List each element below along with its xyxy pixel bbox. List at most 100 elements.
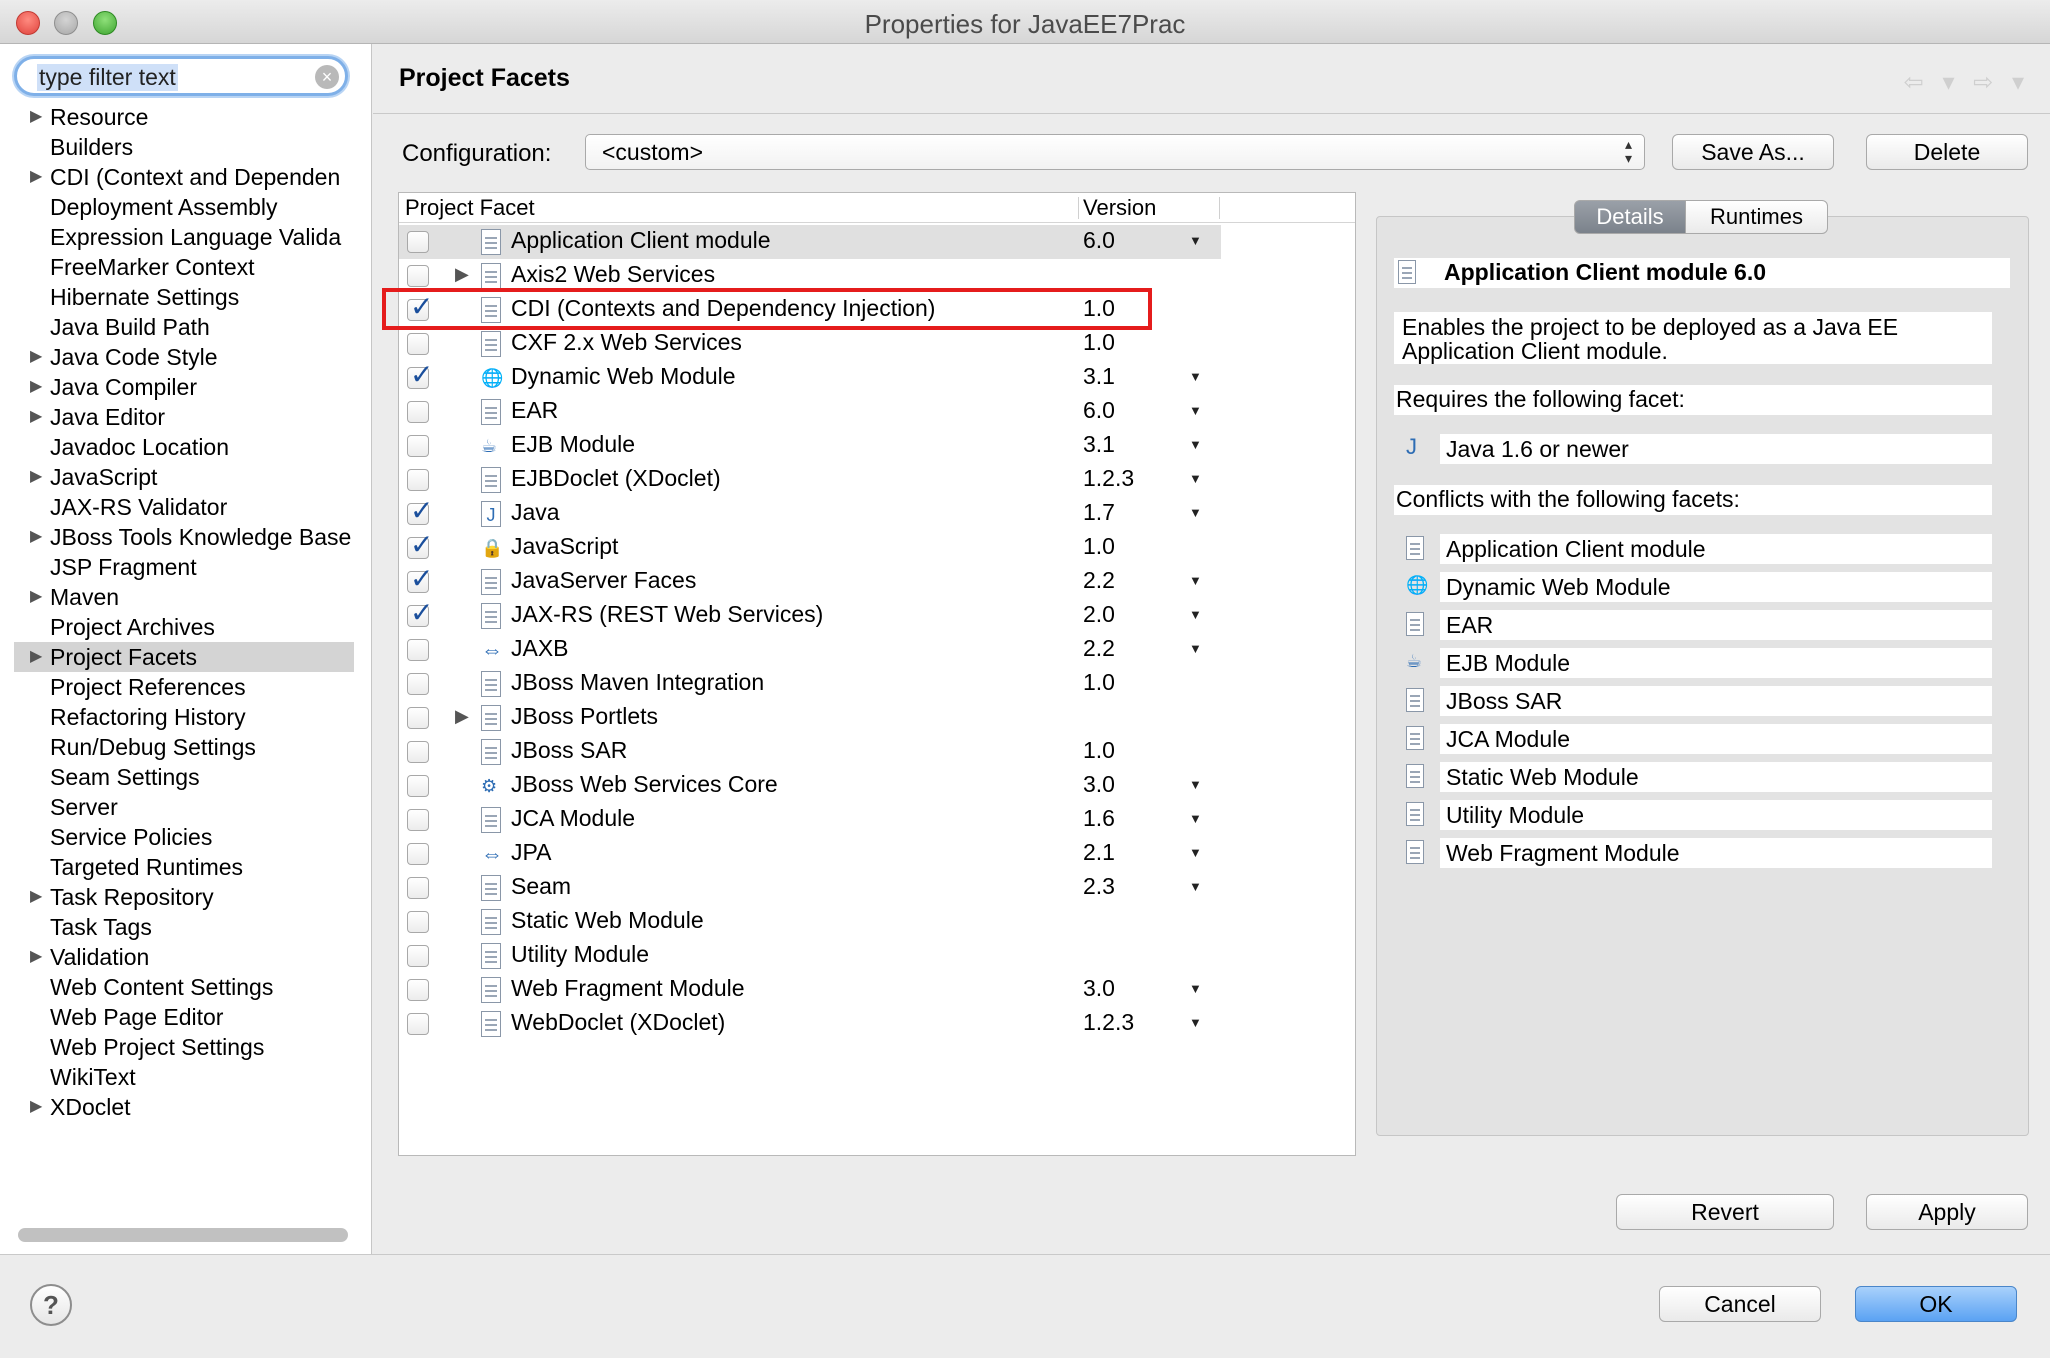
sidebar-item[interactable]: Web Page Editor — [14, 1002, 354, 1032]
facet-version[interactable]: 1.2.3 — [1083, 1009, 1134, 1036]
sidebar-item[interactable]: ▶ Task Repository — [14, 882, 354, 912]
save-as-button[interactable]: Save As... — [1672, 134, 1834, 170]
facet-checkbox[interactable] — [407, 469, 429, 491]
facet-row[interactable]: ⇔ JAXB 2.2 ▼ — [399, 633, 1355, 667]
facet-checkbox[interactable] — [407, 877, 429, 899]
facet-checkbox[interactable] — [407, 843, 429, 865]
expand-arrow-icon[interactable]: ▶ — [30, 402, 42, 432]
sidebar-item[interactable]: ▶ Java Editor — [14, 402, 354, 432]
facet-row[interactable]: ☕ EJB Module 3.1 ▼ — [399, 429, 1355, 463]
sidebar-item[interactable]: Builders — [14, 132, 354, 162]
sidebar-item[interactable]: ▶ Java Compiler — [14, 372, 354, 402]
facet-version[interactable]: 3.0 — [1083, 771, 1115, 798]
expand-arrow-icon[interactable]: ▶ — [30, 162, 42, 192]
sidebar-item[interactable]: ▶ Validation — [14, 942, 354, 972]
version-dropdown-icon[interactable]: ▼ — [1189, 1015, 1202, 1030]
sidebar-item[interactable]: JAX-RS Validator — [14, 492, 354, 522]
facet-checkbox[interactable]: ✓ — [407, 529, 433, 560]
sidebar-item[interactable]: Targeted Runtimes — [14, 852, 354, 882]
facet-row[interactable]: EJBDoclet (XDoclet) 1.2.3 ▼ — [399, 463, 1355, 497]
sidebar-item[interactable]: Deployment Assembly — [14, 192, 354, 222]
facet-version[interactable]: 2.2 — [1083, 635, 1115, 662]
facet-checkbox[interactable] — [407, 741, 429, 763]
sidebar-item[interactable]: ▶ Project Facets — [14, 642, 354, 672]
version-dropdown-icon[interactable]: ▼ — [1189, 879, 1202, 894]
facet-row[interactable]: CXF 2.x Web Services 1.0 — [399, 327, 1355, 361]
facet-checkbox[interactable] — [407, 673, 429, 695]
sidebar-item[interactable]: JSP Fragment — [14, 552, 354, 582]
sidebar-item[interactable]: WikiText — [14, 1062, 354, 1092]
expand-arrow-icon[interactable]: ▶ — [30, 462, 42, 492]
delete-button[interactable]: Delete — [1866, 134, 2028, 170]
column-divider[interactable] — [1078, 197, 1079, 219]
facet-row[interactable]: EAR 6.0 ▼ — [399, 395, 1355, 429]
facet-version[interactable]: 3.0 — [1083, 975, 1115, 1002]
facet-version[interactable]: 2.3 — [1083, 873, 1115, 900]
sidebar-item[interactable]: Project Archives — [14, 612, 354, 642]
sidebar-item[interactable]: ▶ Maven — [14, 582, 354, 612]
expand-arrow-icon[interactable]: ▶ — [30, 942, 42, 972]
column-divider[interactable] — [1219, 197, 1220, 219]
version-dropdown-icon[interactable]: ▼ — [1189, 505, 1202, 520]
expand-arrow-icon[interactable]: ▶ — [30, 522, 42, 552]
configuration-select[interactable]: <custom> ▴ ▾ — [585, 134, 1645, 170]
expand-arrow-icon[interactable]: ▶ — [30, 882, 42, 912]
cancel-button[interactable]: Cancel — [1659, 1286, 1821, 1322]
expand-arrow-icon[interactable]: ▶ — [455, 706, 469, 727]
version-dropdown-icon[interactable]: ▼ — [1189, 233, 1202, 248]
sidebar-item[interactable]: ▶ JBoss Tools Knowledge Base — [14, 522, 354, 552]
facet-checkbox[interactable] — [407, 639, 429, 661]
facet-row[interactable]: ✓ JAX-RS (REST Web Services) 2.0 ▼ — [399, 597, 1355, 633]
facet-version[interactable]: 2.0 — [1083, 601, 1115, 628]
version-dropdown-icon[interactable]: ▼ — [1189, 641, 1202, 656]
tab-details[interactable]: Details — [1574, 200, 1686, 234]
column-header-version[interactable]: Version — [1083, 195, 1156, 221]
facet-checkbox[interactable] — [407, 1013, 429, 1035]
facet-row[interactable]: Web Fragment Module 3.0 ▼ — [399, 973, 1355, 1007]
horizontal-scrollbar[interactable] — [18, 1228, 348, 1242]
sidebar-item[interactable]: Web Content Settings — [14, 972, 354, 1002]
sidebar-item[interactable]: Hibernate Settings — [14, 282, 354, 312]
facet-checkbox[interactable] — [407, 979, 429, 1001]
facet-row[interactable]: JBoss Maven Integration 1.0 — [399, 667, 1355, 701]
facet-row[interactable]: ✓ J Java 1.7 ▼ — [399, 495, 1355, 531]
facet-checkbox[interactable]: ✓ — [407, 495, 433, 526]
expand-arrow-icon[interactable]: ▶ — [30, 372, 42, 402]
sidebar-item[interactable]: Server — [14, 792, 354, 822]
facet-row[interactable]: JCA Module 1.6 ▼ — [399, 803, 1355, 837]
sidebar-item[interactable]: ▶ Resource — [14, 102, 354, 132]
facet-version[interactable]: 2.1 — [1083, 839, 1115, 866]
sidebar-item[interactable]: Run/Debug Settings — [14, 732, 354, 762]
sidebar-item[interactable]: ▶ JavaScript — [14, 462, 354, 492]
sidebar-item[interactable]: ▶ XDoclet — [14, 1092, 354, 1122]
expand-arrow-icon[interactable]: ▶ — [30, 342, 42, 372]
facet-checkbox[interactable] — [407, 401, 429, 423]
expand-arrow-icon[interactable]: ▶ — [30, 102, 42, 132]
facet-checkbox[interactable] — [407, 707, 429, 729]
sidebar-item[interactable]: ▶ Java Code Style — [14, 342, 354, 372]
version-dropdown-icon[interactable]: ▼ — [1189, 607, 1202, 622]
version-dropdown-icon[interactable]: ▼ — [1189, 437, 1202, 452]
facet-row[interactable]: ✓ 🌐 Dynamic Web Module 3.1 ▼ — [399, 359, 1355, 395]
version-dropdown-icon[interactable]: ▼ — [1189, 777, 1202, 792]
version-dropdown-icon[interactable]: ▼ — [1189, 369, 1202, 384]
facet-checkbox[interactable] — [407, 775, 429, 797]
sidebar-item[interactable]: Seam Settings — [14, 762, 354, 792]
facet-row[interactable]: Utility Module — [399, 939, 1355, 973]
sidebar-item[interactable]: Service Policies — [14, 822, 354, 852]
sidebar-item[interactable]: Refactoring History — [14, 702, 354, 732]
history-nav-arrows-icon[interactable]: ⇦ ▾ ⇨ ▾ — [1904, 68, 2030, 97]
facet-version[interactable]: 1.2.3 — [1083, 465, 1134, 492]
version-dropdown-icon[interactable]: ▼ — [1189, 981, 1202, 996]
facet-version[interactable]: 6.0 — [1083, 227, 1115, 254]
tab-runtimes[interactable]: Runtimes — [1686, 200, 1828, 234]
revert-button[interactable]: Revert — [1616, 1194, 1834, 1230]
sidebar-item[interactable]: Project References — [14, 672, 354, 702]
expand-arrow-icon[interactable]: ▶ — [30, 582, 42, 612]
facet-checkbox[interactable]: ✓ — [407, 359, 433, 390]
expand-arrow-icon[interactable]: ▶ — [30, 642, 42, 672]
facet-row[interactable]: Application Client module 6.0 ▼ — [399, 225, 1355, 259]
filter-text[interactable]: type filter text — [37, 64, 178, 91]
help-icon[interactable]: ? — [30, 1284, 72, 1326]
facet-checkbox[interactable]: ✓ — [407, 597, 433, 628]
